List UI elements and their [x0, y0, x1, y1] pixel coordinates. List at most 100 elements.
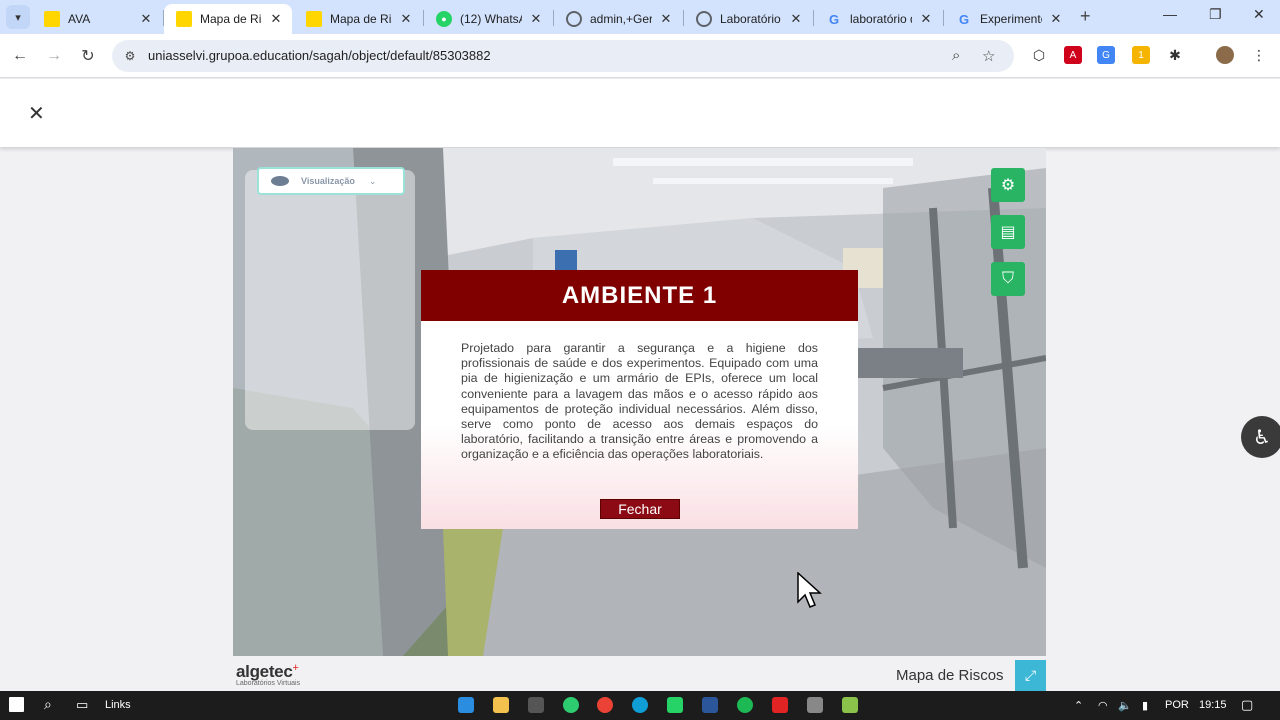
restore-icon[interactable]: ❐ [1209, 6, 1222, 23]
browser-toolbar: ← → ↻ ⚙ uniasselvi.grupoa.education/saga… [0, 34, 1280, 78]
zoom-icon[interactable]: ⌕ [952, 47, 960, 64]
close-icon[interactable]: ✕ [788, 11, 804, 27]
app-green-icon[interactable] [842, 697, 858, 713]
forward-button[interactable]: → [42, 44, 66, 68]
word-icon[interactable] [702, 697, 718, 713]
close-icon[interactable]: ✕ [268, 11, 284, 27]
tab-title: Mapa de Riscos [200, 12, 262, 26]
document-icon: ▤ [1000, 224, 1016, 241]
notifications-icon[interactable]: ▢ [1241, 697, 1253, 713]
yellow-logo-icon [176, 11, 192, 27]
tab-search-button[interactable]: ▾ [6, 5, 30, 29]
page-header: ✕ [0, 79, 1280, 147]
extensions-puzzle-icon[interactable]: ✱ [1166, 46, 1184, 64]
close-icon[interactable]: ✕ [1048, 11, 1064, 27]
app-gray-icon[interactable] [807, 697, 823, 713]
yellow-logo-icon [44, 11, 60, 27]
task-view-icon[interactable]: ▭ [76, 697, 88, 713]
url-text[interactable]: uniasselvi.grupoa.education/sagah/object… [148, 48, 491, 63]
tab-laboratorio[interactable]: Laboratório ✕ [684, 4, 812, 34]
accessibility-icon: ♿ [1253, 426, 1271, 449]
tab-ava[interactable]: AVA ✕ [32, 4, 162, 34]
ambiente-modal: AMBIENTE 1 Projetado para garantir a seg… [421, 270, 858, 529]
yellow-logo-icon [306, 11, 322, 27]
settings-button[interactable]: ⚙ [991, 168, 1025, 202]
links-toolbar[interactable]: Links [105, 699, 131, 711]
profile-avatar[interactable] [1216, 46, 1234, 64]
volume-icon[interactable]: 🔈 [1118, 699, 1132, 712]
chevron-down-icon: ⌄ [368, 175, 377, 186]
tab-whatsapp[interactable]: ● (12) WhatsApp ✕ [424, 4, 552, 34]
tab-title: Experimento [980, 12, 1042, 26]
chevron-down-icon: ▾ [15, 11, 21, 24]
tab-strip: ▾ AVA ✕ Mapa de Riscos ✕ Mapa de Riscos … [0, 0, 1280, 34]
tab-laboratorio-google[interactable]: G laboratório de ✕ [814, 4, 942, 34]
file-explorer-icon[interactable] [493, 697, 509, 713]
tray-chevron-icon[interactable]: ⌃ [1074, 699, 1083, 712]
spotify-icon[interactable] [737, 697, 753, 713]
close-icon[interactable]: ✕ [658, 11, 674, 27]
bookmark-star-icon[interactable]: ☆ [982, 47, 995, 65]
tab-title: Laboratório [720, 12, 781, 26]
logo-subtitle: Laboratórios Virtuais [236, 680, 301, 687]
mouse-cursor-icon [797, 572, 822, 608]
extension-badge-icon[interactable]: 1 [1132, 46, 1150, 64]
address-bar[interactable]: ⚙ uniasselvi.grupoa.education/sagah/obje… [112, 40, 1014, 72]
tab-title: Mapa de Riscos [330, 12, 392, 26]
back-button[interactable]: ← [8, 44, 32, 68]
close-icon[interactable]: ✕ [28, 101, 45, 126]
site-info-icon[interactable]: ⚙ [122, 48, 138, 64]
chrome-icon[interactable] [597, 697, 613, 713]
fechar-button[interactable]: Fechar [600, 499, 680, 519]
visualization-label: Visualização [301, 176, 355, 186]
visualization-dropdown[interactable]: Visualização ⌄ [257, 167, 405, 195]
close-icon[interactable]: ✕ [138, 11, 154, 27]
clock[interactable]: 19:15 [1199, 699, 1227, 711]
window-close-icon[interactable]: ✕ [1253, 6, 1265, 23]
search-icon[interactable]: ⌕ [44, 696, 52, 713]
lab-3d-viewer[interactable]: Visualização ⌄ ⚙ ▤ ⛉ AMBIENTE 1 Projetad… [233, 148, 1046, 656]
extension-cube-icon[interactable]: ⬡ [1030, 46, 1048, 64]
fullscreen-button[interactable]: ⤢ [1015, 660, 1046, 691]
tab-experimento[interactable]: G Experimento ✕ [944, 4, 1072, 34]
windows-start-icon[interactable] [9, 697, 24, 712]
logo-name: algetec [236, 662, 293, 681]
tab-admin[interactable]: admin,+Gerenc ✕ [554, 4, 682, 34]
microphone-icon[interactable]: ▮ [1142, 699, 1148, 712]
tab-mapa-de-riscos-active[interactable]: Mapa de Riscos ✕ [164, 4, 292, 34]
modal-title: AMBIENTE 1 [421, 270, 858, 321]
close-icon[interactable]: ✕ [398, 11, 414, 27]
gear-icon: ⚙ [1000, 177, 1016, 194]
tab-title: (12) WhatsApp [460, 12, 522, 26]
google-icon: G [958, 11, 970, 27]
language-indicator[interactable]: POR [1165, 699, 1189, 711]
google-icon: G [828, 11, 840, 27]
close-icon[interactable]: ✕ [918, 11, 934, 27]
close-icon[interactable]: ✕ [528, 11, 544, 27]
reload-button[interactable]: ↻ [76, 44, 100, 68]
tab-mapa-de-riscos[interactable]: Mapa de Riscos ✕ [294, 4, 422, 34]
menu-dots-icon[interactable]: ⋮ [1250, 46, 1268, 64]
mail-icon[interactable] [458, 697, 474, 713]
translate-extension-icon[interactable]: G [1097, 46, 1115, 64]
globe-icon [696, 11, 712, 27]
store-icon[interactable] [528, 697, 544, 713]
document-button[interactable]: ▤ [991, 215, 1025, 249]
globe-icon [566, 11, 582, 27]
wifi-icon[interactable]: ◠ [1098, 699, 1108, 712]
windows-taskbar: ⌕ ▭ Links ⌃ ◠ 🔈 ▮ POR 19:15 ▢ [0, 691, 1280, 720]
safety-button[interactable]: ⛉ [991, 262, 1025, 296]
algetec-logo: algetec+ Laboratórios Virtuais [236, 662, 301, 687]
whatsapp-taskbar-icon[interactable] [667, 697, 683, 713]
eye-icon [271, 176, 289, 186]
accessibility-button[interactable]: ♿ [1241, 416, 1280, 458]
visualization-panel [245, 170, 415, 430]
whatsapp-icon: ● [436, 11, 452, 27]
edge-icon[interactable] [632, 697, 648, 713]
tab-title: AVA [68, 12, 91, 26]
minimize-icon[interactable]: — [1163, 6, 1177, 22]
pdf-extension-icon[interactable]: A [1064, 46, 1082, 64]
app-u-icon[interactable] [563, 697, 579, 713]
new-tab-button[interactable]: + [1080, 6, 1091, 27]
app-red-icon[interactable] [772, 697, 788, 713]
